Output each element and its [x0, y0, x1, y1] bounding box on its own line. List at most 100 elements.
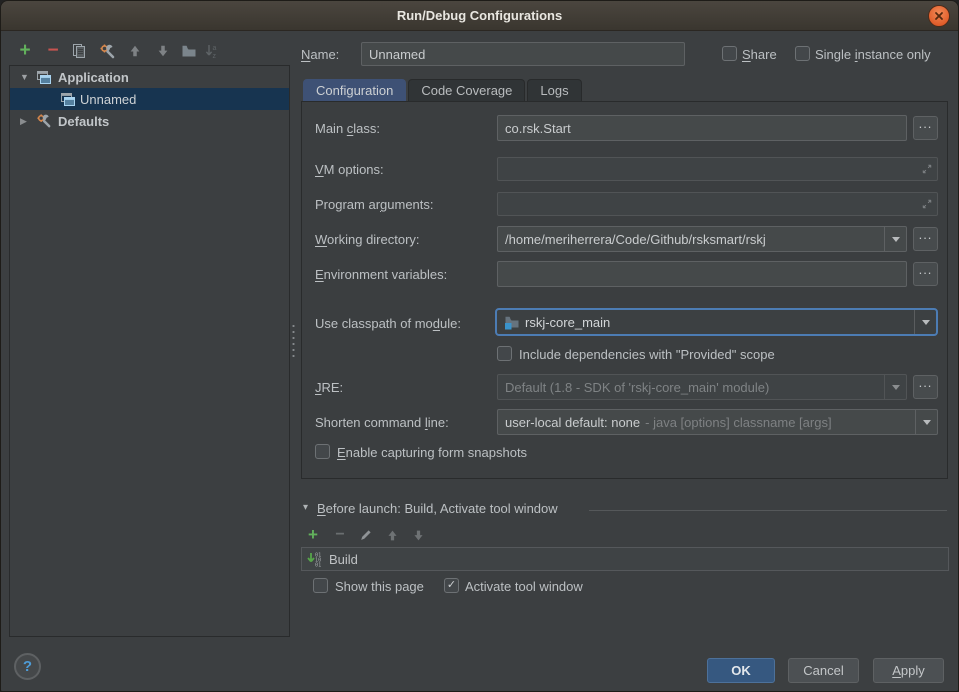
dropdown-arrow-icon[interactable] — [884, 375, 906, 399]
tab-logs[interactable]: Logs — [527, 79, 581, 102]
name-input[interactable] — [361, 42, 685, 66]
program-arguments-input[interactable] — [497, 192, 938, 216]
environment-variables-label: Environment variables: — [315, 267, 447, 282]
browse-environment-variables-button[interactable]: ... — [913, 262, 938, 286]
check-icon: ✓ — [447, 580, 456, 591]
tab-code-coverage[interactable]: Code Coverage — [408, 79, 525, 102]
move-down-button[interactable] — [153, 41, 173, 61]
tree-item-label: Defaults — [58, 114, 109, 129]
expand-field-icon[interactable] — [921, 163, 933, 175]
ok-button[interactable]: OK — [707, 658, 775, 683]
name-label: Name: — [301, 47, 339, 62]
add-configuration-button[interactable]: + — [15, 41, 35, 61]
program-arguments-label: Program arguments: — [315, 197, 434, 212]
sort-configurations-button[interactable]: a z — [202, 41, 222, 61]
include-dependencies-label[interactable]: Include dependencies with "Provided" sco… — [519, 347, 775, 362]
tab-configuration[interactable]: Configuration — [303, 79, 406, 102]
expand-arrow-icon[interactable]: ▼ — [20, 72, 29, 82]
activate-tool-window-label[interactable]: Activate tool window — [465, 579, 583, 594]
close-button[interactable] — [928, 5, 950, 27]
before-launch-collapse-icon[interactable]: ▾ — [303, 502, 308, 513]
shorten-command-line-combo[interactable]: user-local default: none - java [options… — [497, 409, 938, 435]
before-launch-task-list[interactable]: 01 10 01 Build — [301, 547, 949, 571]
enable-capturing-label[interactable]: Enable capturing form snapshots — [337, 445, 527, 460]
run-debug-configurations-dialog: Run/Debug Configurations + − — [0, 0, 959, 692]
help-button[interactable]: ? — [14, 653, 41, 680]
jre-combo[interactable]: Default (1.8 - SDK of 'rskj-core_main' m… — [497, 374, 907, 400]
working-directory-combo[interactable]: /home/meriherrera/Code/Github/rsksmart/r… — [497, 226, 907, 252]
show-this-page-label[interactable]: Show this page — [335, 579, 424, 594]
single-instance-label[interactable]: Single instance only — [815, 47, 931, 62]
ellipsis-icon: ... — [919, 117, 933, 131]
use-classpath-label: Use classpath of module: — [315, 316, 461, 331]
include-dependencies-checkbox[interactable] — [497, 346, 512, 361]
before-launch-remove-button[interactable]: − — [331, 526, 349, 544]
edit-icon — [359, 528, 373, 542]
jre-value: Default (1.8 - SDK of 'rskj-core_main' m… — [505, 380, 769, 395]
defaults-icon — [36, 113, 52, 129]
application-icon — [36, 69, 52, 85]
copy-configuration-button[interactable] — [69, 41, 89, 61]
before-launch-add-button[interactable]: + — [304, 526, 322, 544]
move-up-icon — [128, 44, 142, 58]
dropdown-arrow-icon[interactable] — [884, 227, 906, 251]
svg-text:a: a — [213, 45, 217, 52]
expand-field-icon[interactable] — [921, 198, 933, 210]
single-instance-checkbox[interactable] — [795, 46, 810, 61]
collapse-arrow-icon[interactable]: ▶ — [20, 116, 27, 127]
shorten-command-line-label: Shorten command line: — [315, 415, 449, 430]
copy-icon — [71, 43, 87, 59]
before-launch-move-down-button[interactable] — [409, 526, 427, 544]
svg-text:01: 01 — [315, 563, 321, 568]
ellipsis-icon: ... — [919, 228, 933, 242]
module-icon — [504, 314, 520, 330]
move-down-icon — [156, 44, 170, 58]
before-launch-edit-button[interactable] — [357, 526, 375, 544]
dropdown-arrow-icon[interactable] — [914, 310, 936, 334]
before-launch-move-up-button[interactable] — [383, 526, 401, 544]
before-launch-separator — [589, 510, 947, 511]
cancel-button[interactable]: Cancel — [788, 658, 859, 683]
browse-jre-button[interactable]: ... — [913, 375, 938, 399]
ellipsis-icon: ... — [919, 376, 933, 390]
edit-templates-button[interactable] — [97, 41, 117, 61]
browse-working-directory-button[interactable]: ... — [913, 227, 938, 251]
panel-splitter[interactable] — [291, 323, 296, 359]
tree-item-unnamed[interactable]: Unnamed — [10, 88, 289, 110]
apply-button[interactable]: Apply — [873, 658, 944, 683]
svg-text:z: z — [213, 53, 217, 59]
share-checkbox[interactable] — [722, 46, 737, 61]
working-directory-label: Working directory: — [315, 232, 420, 247]
close-icon — [934, 11, 944, 21]
new-folder-button[interactable] — [179, 41, 199, 61]
working-directory-value: /home/meriherrera/Code/Github/rsksmart/r… — [505, 232, 766, 247]
share-label[interactable]: Share — [742, 47, 777, 62]
help-icon: ? — [23, 658, 32, 675]
window-title: Run/Debug Configurations — [397, 8, 562, 23]
activate-tool-window-checkbox[interactable]: ✓ — [444, 578, 459, 593]
vm-options-label: VM options: — [315, 162, 384, 177]
show-this-page-checkbox[interactable] — [313, 578, 328, 593]
tree-item-defaults[interactable]: ▶ Defaults — [10, 110, 289, 132]
add-icon: + — [19, 42, 30, 60]
browse-main-class-button[interactable]: ... — [913, 116, 938, 140]
remove-configuration-button[interactable]: − — [43, 41, 63, 61]
shorten-value-secondary: - java [options] classname [args] — [645, 415, 831, 430]
tree-item-label: Application — [58, 70, 129, 85]
vm-options-input[interactable] — [497, 157, 938, 181]
tree-item-application[interactable]: ▼ Application — [10, 66, 289, 88]
application-icon — [60, 91, 76, 107]
edit-templates-icon — [99, 43, 116, 60]
sort-az-icon: a z — [204, 43, 220, 59]
move-up-button[interactable] — [125, 41, 145, 61]
build-task-label: Build — [329, 552, 358, 567]
jre-label: JRE: — [315, 380, 343, 395]
use-classpath-combo[interactable]: rskj-core_main — [495, 308, 938, 336]
dropdown-arrow-icon[interactable] — [915, 410, 937, 434]
enable-capturing-checkbox[interactable] — [315, 444, 330, 459]
tree-item-label: Unnamed — [80, 92, 136, 107]
move-down-icon — [412, 529, 425, 542]
main-class-input[interactable] — [497, 115, 907, 141]
environment-variables-input[interactable] — [497, 261, 907, 287]
before-launch-title: Before launch: Build, Activate tool wind… — [317, 501, 558, 516]
